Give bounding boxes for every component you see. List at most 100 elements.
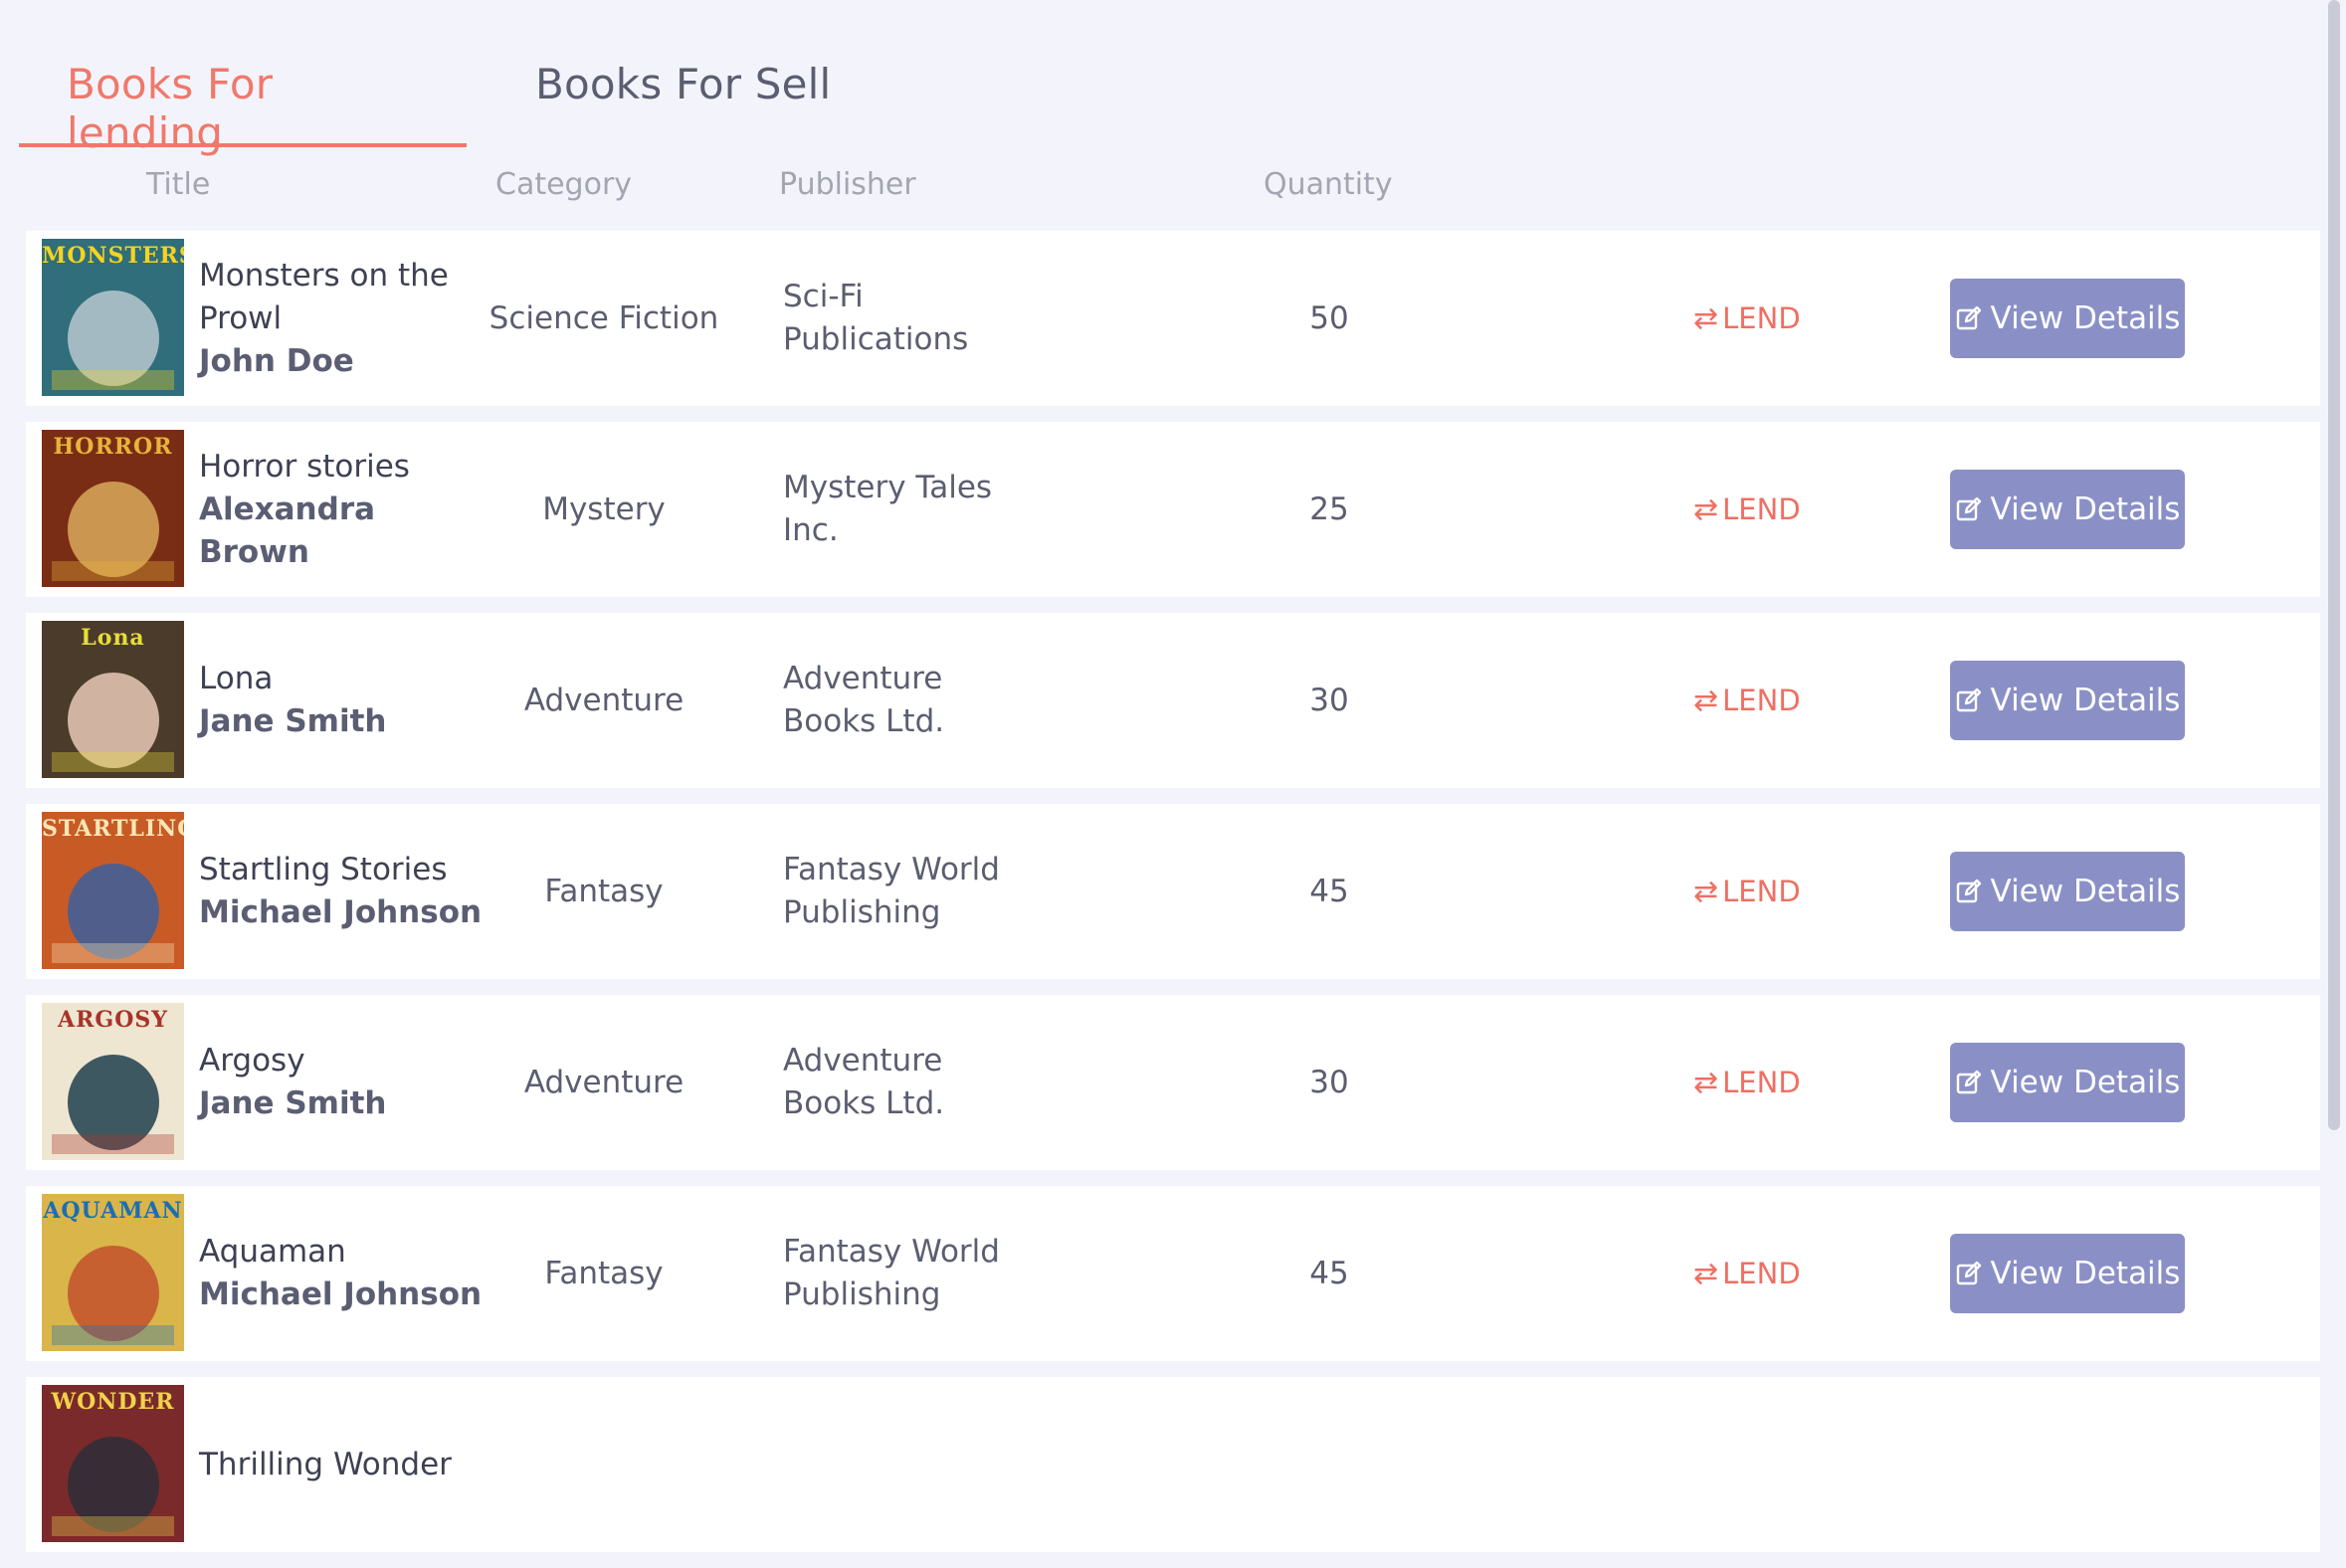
view-details-button[interactable]: View Details: [1950, 470, 2185, 549]
edit-icon: [1956, 687, 1981, 712]
lend-button[interactable]: ⇄ LEND: [1693, 1186, 1843, 1361]
book-title-block: Horror stories Alexandra Brown: [199, 422, 488, 597]
tab-bar: Books For lending Books For Sell: [19, 38, 879, 157]
tab-books-for-lending[interactable]: Books For lending: [19, 38, 467, 157]
book-cover-image: HORROR: [42, 430, 184, 587]
book-title-block: Startling Stories Michael Johnson: [199, 804, 488, 979]
lend-button[interactable]: ⇄ LEND: [1693, 995, 1843, 1170]
book-cover-image: Lona: [42, 621, 184, 778]
tab-books-for-sell[interactable]: Books For Sell: [467, 38, 879, 125]
exchange-arrows-icon: ⇄: [1693, 1065, 1719, 1100]
book-cover-image: STARTLING: [42, 812, 184, 969]
book-author: John Doe: [199, 342, 354, 379]
book-row: MONSTERS Monsters on the Prowl John Doe …: [26, 231, 2320, 406]
book-row: Lona Lona Jane Smith Adventure Adventure…: [26, 613, 2320, 788]
book-list: MONSTERS Monsters on the Prowl John Doe …: [26, 231, 2320, 1568]
book-title: Lona: [199, 661, 274, 696]
book-author: Michael Johnson: [199, 1276, 483, 1312]
book-title-block: Aquaman Michael Johnson: [199, 1186, 488, 1361]
book-category: Fantasy: [544, 1255, 664, 1291]
book-quantity: 30: [1309, 682, 1349, 718]
view-details-button[interactable]: View Details: [1950, 279, 2185, 358]
edit-icon: [1956, 1261, 1981, 1285]
book-title-block: Lona Jane Smith: [199, 613, 488, 788]
view-details-button[interactable]: View Details: [1950, 1043, 2185, 1122]
book-row: AQUAMAN Aquaman Michael Johnson Fantasy …: [26, 1186, 2320, 1361]
lend-button[interactable]: ⇄ LEND: [1693, 804, 1843, 979]
lend-button[interactable]: ⇄ LEND: [1693, 613, 1843, 788]
cover-art: [52, 864, 174, 963]
view-details-button[interactable]: View Details: [1950, 661, 2185, 740]
book-title: Argosy: [199, 1043, 305, 1078]
edit-icon: [1956, 879, 1981, 903]
book-row: WONDER Thrilling Wonder: [26, 1377, 2320, 1552]
table-header: Title Category Publisher Quantity: [0, 167, 2346, 207]
column-header-title: Title: [146, 167, 211, 202]
book-title: Aquaman: [199, 1234, 346, 1270]
book-title-block: Monsters on the Prowl John Doe: [199, 231, 488, 406]
lend-button[interactable]: ⇄ LEND: [1693, 231, 1843, 406]
book-publisher: Fantasy World Publishing: [783, 1234, 1000, 1312]
view-details-label: View Details: [1990, 874, 2181, 909]
scrollbar-track[interactable]: [2322, 0, 2346, 1421]
book-row: ARGOSY Argosy Jane Smith Adventure Adven…: [26, 995, 2320, 1170]
edit-icon: [1956, 496, 1981, 521]
column-header-quantity: Quantity: [1264, 167, 1393, 202]
book-publisher: Adventure Books Ltd.: [783, 1043, 945, 1121]
book-publisher: Fantasy World Publishing: [783, 852, 1000, 930]
book-author: Alexandra Brown: [199, 490, 376, 570]
book-cover-image: MONSTERS: [42, 239, 184, 396]
book-title: Horror stories: [199, 448, 410, 485]
book-publisher: Sci-Fi Publications: [783, 279, 969, 357]
exchange-arrows-icon: ⇄: [1693, 874, 1719, 909]
view-details-label: View Details: [1990, 1065, 2181, 1100]
book-category: Science Fiction: [489, 299, 719, 336]
view-details-label: View Details: [1990, 300, 2181, 336]
lend-label: LEND: [1722, 874, 1801, 908]
lend-label: LEND: [1722, 491, 1801, 526]
book-publisher: Adventure Books Ltd.: [783, 661, 945, 739]
book-author: Jane Smith: [199, 1085, 387, 1121]
edit-icon: [1956, 1070, 1981, 1094]
lend-label: LEND: [1722, 1256, 1801, 1290]
exchange-arrows-icon: ⇄: [1693, 683, 1719, 718]
column-header-category: Category: [495, 167, 633, 202]
cover-art: [52, 673, 174, 772]
exchange-arrows-icon: ⇄: [1693, 1256, 1719, 1291]
view-details-label: View Details: [1990, 1256, 2181, 1291]
book-publisher: Mystery Tales Inc.: [783, 470, 993, 548]
lend-button[interactable]: ⇄ LEND: [1693, 422, 1843, 597]
lend-label: LEND: [1722, 683, 1801, 717]
book-category: Fantasy: [544, 873, 664, 909]
cover-art: [52, 291, 174, 390]
book-row: STARTLING Startling Stories Michael John…: [26, 804, 2320, 979]
book-category: Mystery: [542, 490, 666, 527]
view-details-button[interactable]: View Details: [1950, 852, 2185, 931]
lend-label: LEND: [1722, 300, 1801, 335]
exchange-arrows-icon: ⇄: [1693, 491, 1719, 527]
book-category: Adventure: [523, 1064, 684, 1100]
exchange-arrows-icon: ⇄: [1693, 300, 1719, 336]
cover-art: [52, 1246, 174, 1345]
book-cover-image: WONDER: [42, 1385, 184, 1542]
book-quantity: 25: [1309, 490, 1349, 527]
book-title: Thrilling Wonder: [199, 1446, 452, 1482]
view-details-label: View Details: [1990, 683, 2181, 718]
book-quantity: 30: [1309, 1064, 1349, 1100]
book-author: Michael Johnson: [199, 894, 483, 930]
lend-label: LEND: [1722, 1065, 1801, 1099]
view-details-label: View Details: [1990, 491, 2181, 527]
cover-art: [52, 1437, 174, 1536]
book-quantity: 45: [1309, 873, 1349, 909]
book-quantity: 45: [1309, 1255, 1349, 1291]
book-cover-image: AQUAMAN: [42, 1194, 184, 1351]
book-category: Adventure: [523, 682, 684, 718]
book-author: Jane Smith: [199, 703, 387, 739]
view-details-button[interactable]: View Details: [1950, 1234, 2185, 1313]
book-row: HORROR Horror stories Alexandra Brown My…: [26, 422, 2320, 597]
edit-icon: [1956, 305, 1981, 330]
book-quantity: 50: [1309, 299, 1349, 336]
book-cover-image: ARGOSY: [42, 1003, 184, 1160]
cover-art: [52, 482, 174, 581]
book-title-block: Thrilling Wonder: [199, 1377, 488, 1552]
